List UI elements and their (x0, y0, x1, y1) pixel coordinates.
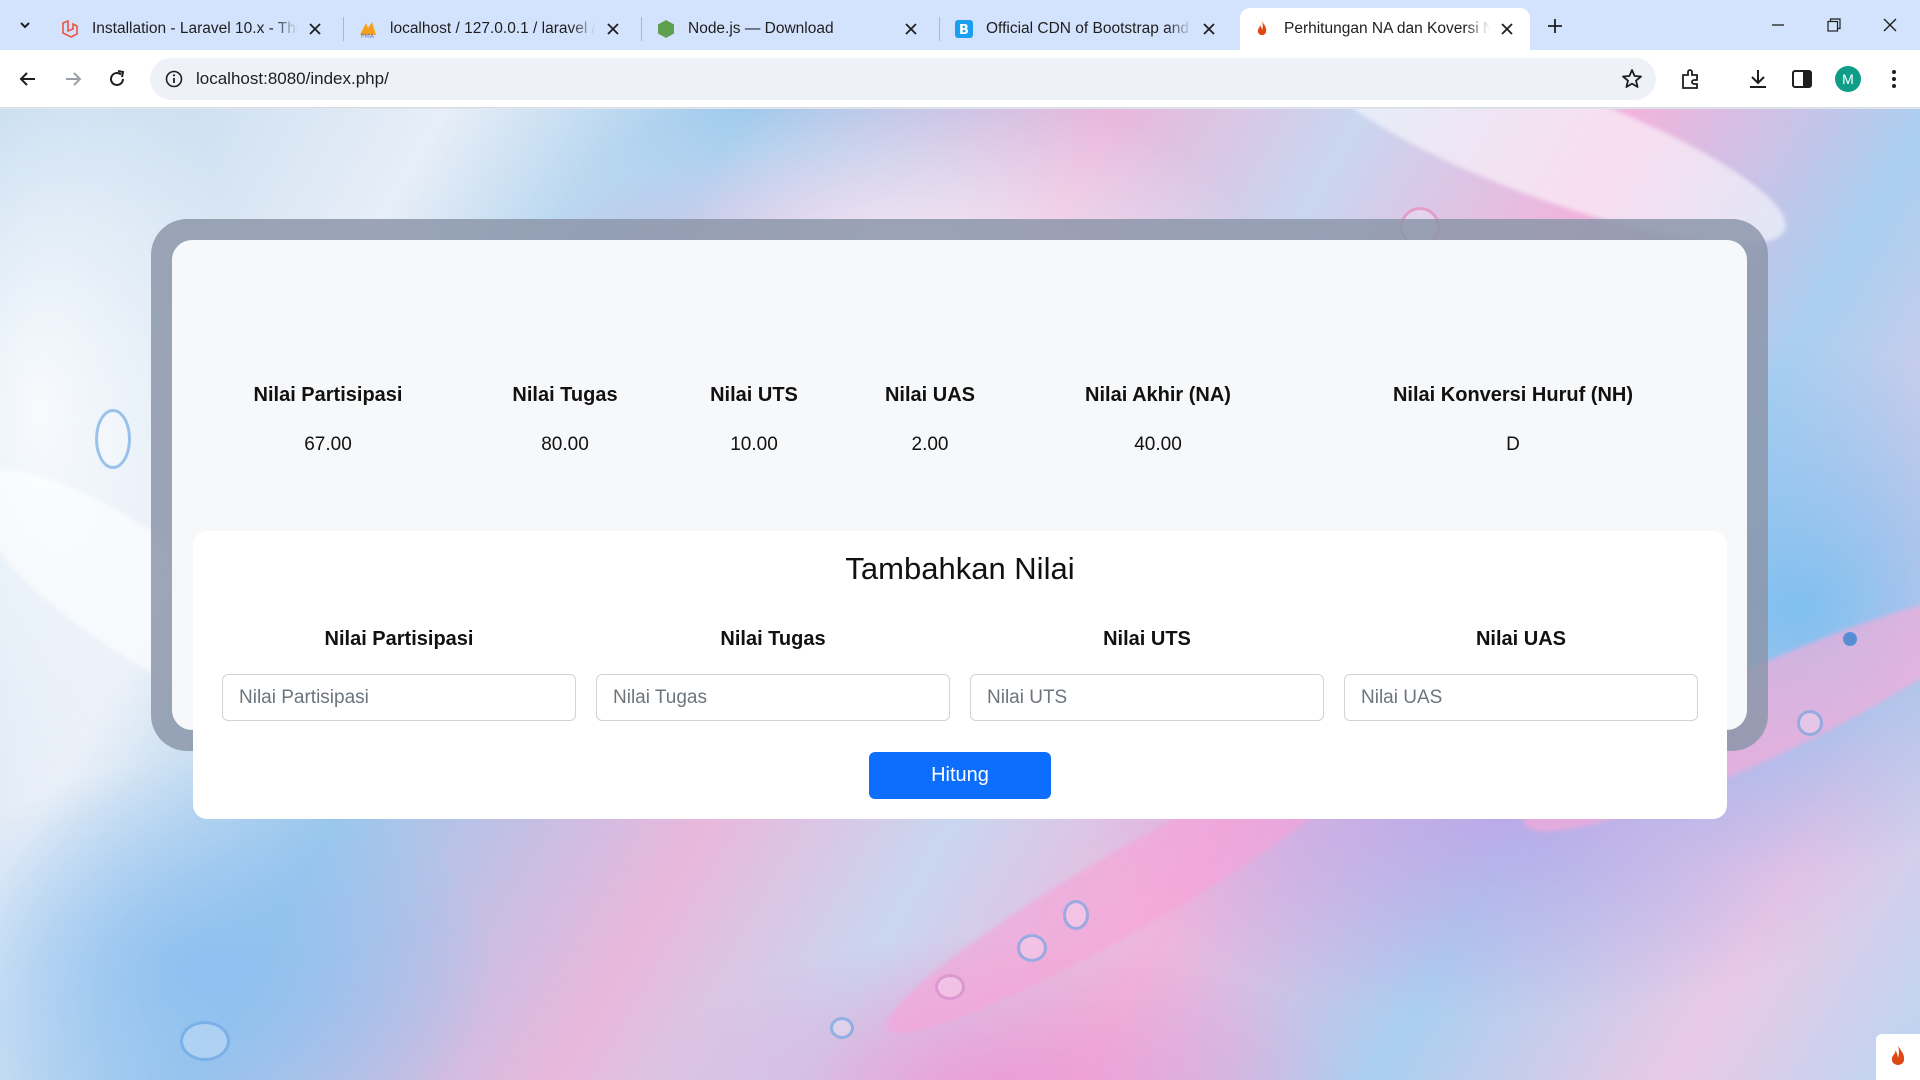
background-bubble (180, 1021, 230, 1061)
tab-divider (641, 17, 642, 41)
restore-button[interactable] (1806, 0, 1862, 50)
extensions-icon[interactable] (1677, 65, 1705, 93)
browser-toolbar: localhost:8080/index.php/ M (0, 50, 1920, 108)
label-partisipasi: Nilai Partisipasi (324, 628, 474, 650)
input-nilai-uas[interactable] (1344, 674, 1698, 721)
site-info-icon[interactable] (154, 58, 194, 100)
tab-strip: Installation - Laravel 10.x - The PHP Fr… (0, 0, 1920, 50)
profile-avatar[interactable]: M (1835, 66, 1861, 92)
close-tab-icon[interactable] (900, 18, 922, 40)
result-header-na: Nilai Akhir (NA) (1085, 384, 1231, 406)
label-tugas: Nilai Tugas (720, 628, 826, 650)
result-header-nh: Nilai Konversi Huruf (NH) (1392, 384, 1634, 406)
svg-text:B: B (959, 23, 969, 38)
tab-search-button[interactable] (9, 9, 41, 41)
tab-title: localhost / 127.0.0.1 / laravel / phpMyA… (390, 20, 596, 37)
tab-nodejs[interactable]: Node.js — Download (644, 8, 934, 50)
bootstrap-icon: B (954, 19, 974, 39)
background-bubble (1797, 710, 1823, 736)
chevron-down-icon (20, 22, 30, 29)
bookmark-star-icon[interactable] (1620, 67, 1644, 91)
result-header-partisipasi: Nilai Partisipasi (253, 384, 403, 406)
tab-title: Node.js — Download (688, 20, 834, 37)
background-bubble (1017, 934, 1047, 962)
label-uas: Nilai UAS (1475, 628, 1567, 650)
result-value-tugas: 80.00 (541, 434, 589, 455)
side-panel-icon[interactable] (1788, 65, 1816, 93)
background-bubble (1063, 900, 1089, 930)
close-tab-icon[interactable] (1198, 18, 1220, 40)
flame-icon (1252, 19, 1272, 39)
tab-title: Official CDN of Bootstrap and Font Aweso… (986, 20, 1192, 37)
forward-button[interactable] (55, 61, 91, 97)
reload-button[interactable] (99, 61, 135, 97)
result-header-tugas: Nilai Tugas (512, 384, 618, 406)
input-nilai-uts[interactable] (970, 674, 1324, 721)
arrow-left-icon (19, 72, 35, 86)
download-icon[interactable] (1744, 65, 1772, 93)
back-button[interactable] (10, 61, 46, 97)
hitung-button[interactable]: Hitung (869, 752, 1051, 799)
background-bubble (1843, 632, 1857, 646)
plus-icon (1548, 19, 1562, 33)
close-tab-icon[interactable] (1496, 18, 1518, 40)
close-window-button[interactable] (1862, 0, 1918, 50)
tab-phpmyadmin[interactable]: PMA localhost / 127.0.0.1 / laravel / ph… (346, 8, 636, 50)
background-bubble (935, 974, 965, 1000)
background-bubble (830, 1017, 854, 1039)
url-text: localhost:8080/index.php/ (196, 69, 389, 88)
result-value-uts: 10.00 (730, 434, 778, 455)
minimize-icon (1772, 24, 1784, 26)
svg-text:PMA: PMA (361, 33, 375, 39)
tab-divider (939, 17, 940, 41)
result-value-nh: D (1506, 434, 1520, 455)
reload-icon (110, 70, 125, 86)
kebab-menu-icon[interactable] (1880, 65, 1908, 93)
result-header-uas: Nilai UAS (884, 384, 976, 406)
close-tab-icon[interactable] (304, 18, 326, 40)
flame-icon (1891, 1045, 1905, 1065)
tab-title: Installation - Laravel 10.x - The PHP Fr… (92, 20, 298, 37)
form-title: Tambahkan Nilai (845, 551, 1075, 586)
tab-laravel[interactable]: Installation - Laravel 10.x - The PHP Fr… (48, 8, 338, 50)
debug-toolbar-button[interactable] (1876, 1034, 1920, 1080)
close-icon (1883, 18, 1897, 32)
tab-divider (343, 17, 344, 41)
restore-icon (1827, 18, 1841, 32)
close-tab-icon[interactable] (602, 18, 624, 40)
phpmyadmin-icon: PMA (358, 19, 378, 39)
label-uts: Nilai UTS (1103, 628, 1191, 650)
input-nilai-partisipasi[interactable] (222, 674, 576, 721)
arrow-right-icon (66, 72, 82, 86)
tab-perhitungan-active[interactable]: Perhitungan NA dan Koversi NH (1240, 8, 1530, 50)
result-value-partisipasi: 67.00 (304, 434, 352, 455)
input-nilai-tugas[interactable] (596, 674, 950, 721)
result-value-uas: 2.00 (911, 434, 949, 455)
nodejs-icon (656, 19, 676, 39)
new-tab-button[interactable] (1541, 12, 1569, 40)
result-header-uts: Nilai UTS (710, 384, 798, 406)
tab-bootstrap-cdn[interactable]: B Official CDN of Bootstrap and Font Awe… (942, 8, 1232, 50)
result-value-na: 40.00 (1134, 434, 1182, 455)
background-bubble (95, 409, 131, 469)
laravel-icon (60, 19, 80, 39)
minimize-button[interactable] (1750, 0, 1806, 50)
address-bar[interactable]: localhost:8080/index.php/ (150, 58, 1656, 100)
tab-title: Perhitungan NA dan Koversi NH (1284, 20, 1490, 37)
